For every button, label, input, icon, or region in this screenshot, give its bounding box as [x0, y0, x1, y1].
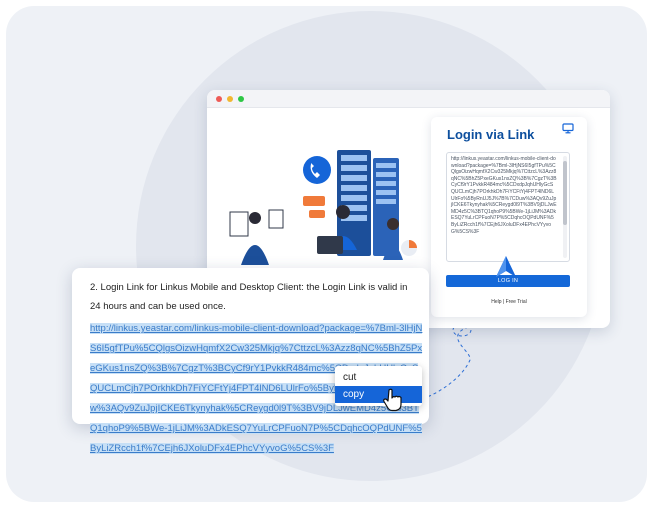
- minimize-dot-icon[interactable]: [227, 95, 233, 102]
- menu-item-cut[interactable]: cut: [335, 369, 422, 386]
- login-link-textarea[interactable]: http://linkus.yeastar.com/linkus-mobile-…: [446, 152, 570, 262]
- scrollbar-thumb[interactable]: [563, 161, 567, 225]
- monitor-icon[interactable]: [562, 123, 574, 134]
- help-free-trial-link[interactable]: Help | Free Trial: [431, 299, 587, 305]
- login-title: Login via Link: [447, 127, 535, 142]
- maximize-dot-icon[interactable]: [238, 95, 244, 102]
- panel-heading: 2. Login Link for Linkus Mobile and Desk…: [90, 282, 408, 312]
- close-dot-icon[interactable]: [216, 95, 222, 102]
- context-menu: cut copy: [335, 366, 422, 406]
- pointer-arrow-icon: [496, 256, 516, 277]
- office-illustration-icon: [229, 150, 417, 265]
- login-link-text: http://linkus.yeastar.com/linkus-mobile-…: [451, 156, 557, 235]
- hand-cursor-icon: [383, 388, 402, 412]
- login-card: Login via Link http://linkus.yeastar.com…: [431, 117, 587, 317]
- menu-item-copy[interactable]: copy: [335, 386, 422, 403]
- browser-titlebar: [207, 90, 610, 108]
